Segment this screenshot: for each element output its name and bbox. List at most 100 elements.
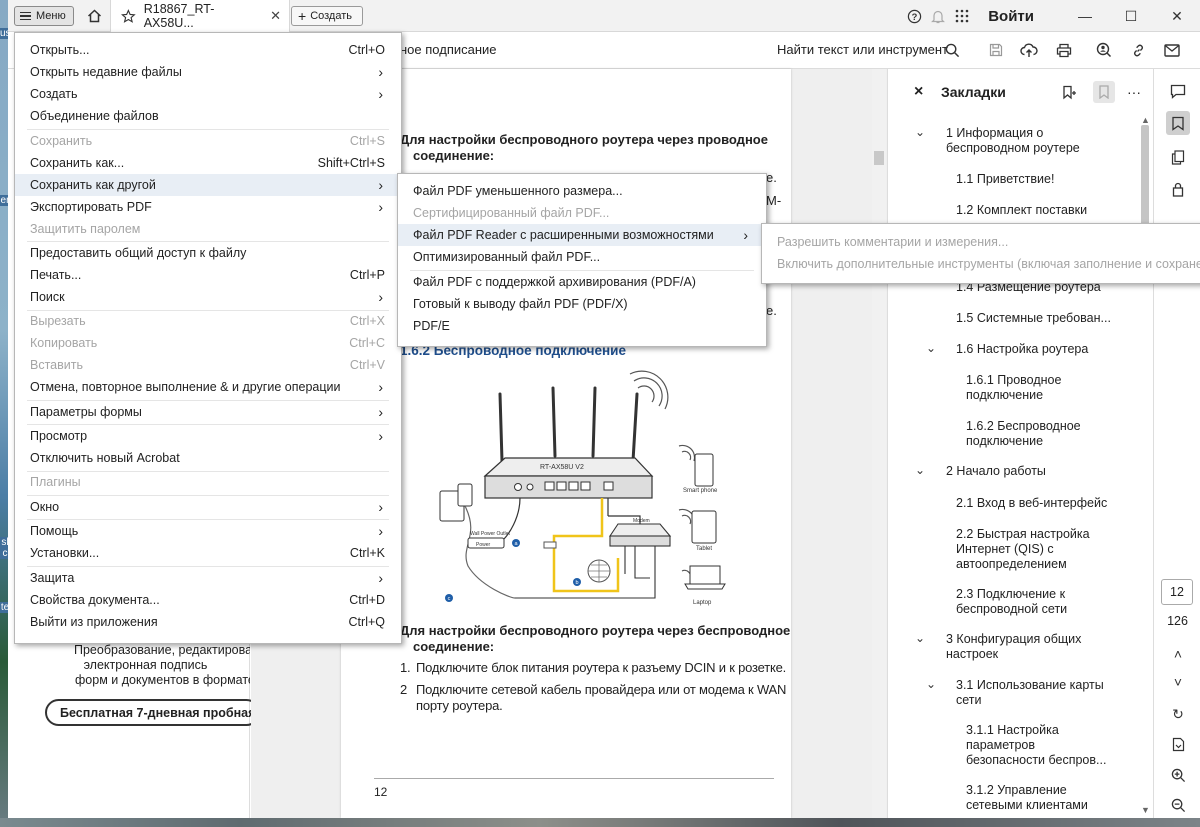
zoom-in-icon[interactable] bbox=[1166, 763, 1190, 787]
menu-item-print[interactable]: Печать... Ctrl+P bbox=[15, 264, 401, 286]
chevron-down-icon[interactable]: ⌄ bbox=[915, 631, 925, 645]
search-icon[interactable] bbox=[942, 40, 962, 60]
home-button[interactable] bbox=[84, 6, 104, 26]
menu-item-preferences[interactable]: Установки... Ctrl+K bbox=[15, 542, 401, 564]
next-page-icon[interactable]: ˅ bbox=[1166, 670, 1190, 694]
bookmarks-panel-icon[interactable] bbox=[1166, 111, 1190, 135]
menu-item-help[interactable]: Помощь › bbox=[15, 520, 401, 542]
submenu-reader-extended-pdf[interactable]: Файл PDF Reader с расширенными возможнос… bbox=[398, 224, 766, 246]
scroll-up-icon[interactable]: ▲ bbox=[1141, 115, 1150, 125]
menu-item-plugins[interactable]: Плагины bbox=[15, 471, 401, 493]
menu-item-form-options[interactable]: Параметры формы › bbox=[15, 401, 401, 423]
close-panel-icon[interactable]: × bbox=[914, 83, 923, 101]
scroll-thumb[interactable] bbox=[874, 151, 884, 165]
menu-item-combine[interactable]: Объединение файлов bbox=[15, 105, 401, 127]
minimize-icon[interactable]: — bbox=[1062, 0, 1108, 32]
menu-item-security[interactable]: Защита › bbox=[15, 567, 401, 589]
find-tool-label[interactable]: Найти текст или инструмент bbox=[777, 42, 948, 57]
apps-grid-icon[interactable] bbox=[950, 0, 974, 32]
search-people-icon[interactable] bbox=[1094, 40, 1114, 60]
menu-item-window[interactable]: Окно › bbox=[15, 496, 401, 518]
menu-item-copy[interactable]: Копировать Ctrl+C bbox=[15, 332, 401, 354]
bookmark-item[interactable]: 2.2 Быстрая настройка Интернет (QIS) с авт… bbox=[956, 527, 1090, 572]
add-bookmark-icon[interactable] bbox=[1058, 81, 1080, 103]
document-scrollbar[interactable] bbox=[872, 69, 886, 818]
help-icon[interactable]: ? bbox=[902, 0, 926, 32]
document-tab[interactable]: R18867_RT-AX58U... ✕ bbox=[110, 0, 290, 32]
bookmark-item[interactable]: 2.3 Подключение к беспроводной сети bbox=[956, 587, 1067, 617]
menu-item-protect-password[interactable]: Защитить паролем bbox=[15, 218, 401, 240]
menu-item-disable-new-acrobat[interactable]: Отключить новый Acrobat bbox=[15, 447, 401, 469]
fit-page-icon[interactable] bbox=[1166, 732, 1190, 756]
maximize-icon[interactable]: ☐ bbox=[1108, 0, 1154, 32]
bookmark-item[interactable]: 2.1 Вход в веб-интерфейс bbox=[956, 496, 1107, 511]
bookmark-item[interactable]: 3.1 Использование карты сети bbox=[956, 678, 1104, 708]
email-icon[interactable] bbox=[1162, 40, 1182, 60]
link-icon[interactable] bbox=[1128, 40, 1148, 60]
bookmark-item[interactable]: 3.1.1 Настройка параметров безопасности бе… bbox=[966, 723, 1106, 768]
submenu-certified-pdf[interactable]: Сертифицированный файл PDF... bbox=[398, 202, 766, 224]
bookmark-item[interactable]: 2 Начало работы bbox=[946, 464, 1046, 479]
chevron-down-icon[interactable]: ⌄ bbox=[915, 463, 925, 477]
close-tab-icon[interactable]: ✕ bbox=[270, 8, 281, 24]
zoom-out-icon[interactable] bbox=[1166, 793, 1190, 817]
rotate-icon[interactable]: ↻ bbox=[1166, 702, 1190, 726]
login-button[interactable]: Войти bbox=[988, 8, 1034, 25]
menu-item-undo-redo[interactable]: Отмена, повторное выполнение & и другие … bbox=[15, 376, 401, 398]
bookmark-item[interactable]: 1.1 Приветствие! bbox=[956, 172, 1054, 187]
bookmarks-scroll-thumb[interactable] bbox=[1141, 125, 1149, 235]
menu-item-export-pdf[interactable]: Экспортировать PDF › bbox=[15, 196, 401, 218]
save-icon[interactable] bbox=[986, 40, 1006, 60]
bookmark-item[interactable]: 1.2 Комплект поставки bbox=[956, 203, 1087, 218]
menu-item-save[interactable]: Сохранить Ctrl+S bbox=[15, 130, 401, 152]
create-button[interactable]: + Создать bbox=[291, 6, 363, 26]
comment-icon[interactable] bbox=[1166, 79, 1190, 103]
chevron-down-icon[interactable]: ⌄ bbox=[915, 125, 925, 139]
menu-item-save-as[interactable]: Сохранить как... Shift+Ctrl+S bbox=[15, 152, 401, 174]
bookmark-item[interactable]: 1.6.2 Беспроводное подключение bbox=[966, 419, 1081, 449]
menu-item-search[interactable]: Поиск › bbox=[15, 286, 401, 308]
upload-cloud-icon[interactable] bbox=[1019, 40, 1039, 60]
bookmark-item[interactable]: 1.6.1 Проводное подключение bbox=[966, 373, 1061, 403]
close-window-icon[interactable]: ✕ bbox=[1154, 0, 1200, 32]
menu-item-share[interactable]: Предоставить общий доступ к файлу bbox=[15, 242, 401, 264]
menu-item-open[interactable]: Открыть... Ctrl+O bbox=[15, 39, 401, 61]
chevron-right-icon: › bbox=[378, 428, 383, 444]
menu-item-exit[interactable]: Выйти из приложения Ctrl+Q bbox=[15, 611, 401, 633]
menu-item-document-properties[interactable]: Свойства документа... Ctrl+D bbox=[15, 589, 401, 611]
bookmark-item[interactable]: 1.6 Настройка роутера bbox=[956, 342, 1088, 357]
menu-item-save-as-other[interactable]: Сохранить как другой › bbox=[15, 174, 401, 196]
submenu-pdf-a[interactable]: Файл PDF с поддержкой архивирования (PDF… bbox=[398, 271, 766, 293]
menu-button[interactable]: Меню bbox=[14, 6, 74, 26]
bookmark-item[interactable]: 3 Конфигурация общих настроек bbox=[946, 632, 1081, 662]
pages-icon[interactable] bbox=[1166, 145, 1190, 169]
submenu-pdf-x[interactable]: Готовый к выводу файл PDF (PDF/X) bbox=[398, 293, 766, 315]
bookmark-item[interactable]: 1.5 Системные требован... bbox=[956, 311, 1111, 326]
bookmark-item[interactable]: 3.1.2 Управление сетевыми клиентами bbox=[966, 783, 1088, 813]
submenu-reduced-size-pdf[interactable]: Файл PDF уменьшенного размера... bbox=[398, 180, 766, 202]
fill-sign-label[interactable]: ное подписание bbox=[400, 42, 497, 57]
bell-icon[interactable] bbox=[926, 0, 950, 32]
bookmarks-scrollbar[interactable]: ▲ ▼ bbox=[1139, 115, 1152, 818]
submenu-allow-comments[interactable]: Разрешить комментарии и измерения... bbox=[762, 231, 1200, 253]
lock-icon[interactable] bbox=[1166, 177, 1190, 201]
submenu-pdf-e[interactable]: PDF/E bbox=[398, 315, 766, 337]
chevron-down-icon[interactable]: ⌄ bbox=[926, 677, 936, 691]
more-options-icon[interactable]: ··· bbox=[1123, 81, 1145, 103]
bookmark-item[interactable]: 1 Информация о беспроводном роутере bbox=[946, 126, 1080, 156]
menu-item-cut[interactable]: Вырезать Ctrl+X bbox=[15, 310, 401, 332]
free-trial-button[interactable]: Бесплатная 7-дневная пробная версия bbox=[45, 699, 260, 726]
submenu-enable-more-tools[interactable]: Включить дополнительные инструменты (вкл… bbox=[762, 253, 1200, 275]
menu-item-paste[interactable]: Вставить Ctrl+V bbox=[15, 354, 401, 376]
menu-item-create[interactable]: Создать › bbox=[15, 83, 401, 105]
print-icon[interactable] bbox=[1054, 40, 1074, 60]
menu-item-view[interactable]: Просмотр › bbox=[15, 425, 401, 447]
bookmark-options-icon[interactable] bbox=[1093, 81, 1115, 103]
submenu-optimized-pdf[interactable]: Оптимизированный файл PDF... bbox=[398, 246, 766, 268]
chevron-down-icon[interactable]: ⌄ bbox=[926, 341, 936, 355]
scroll-down-icon[interactable]: ▼ bbox=[1141, 805, 1150, 815]
star-icon[interactable] bbox=[121, 8, 136, 24]
menu-item-recent[interactable]: Открыть недавние файлы › bbox=[15, 61, 401, 83]
previous-page-icon[interactable]: ˄ bbox=[1166, 642, 1190, 666]
current-page-input[interactable]: 12 bbox=[1161, 579, 1193, 605]
